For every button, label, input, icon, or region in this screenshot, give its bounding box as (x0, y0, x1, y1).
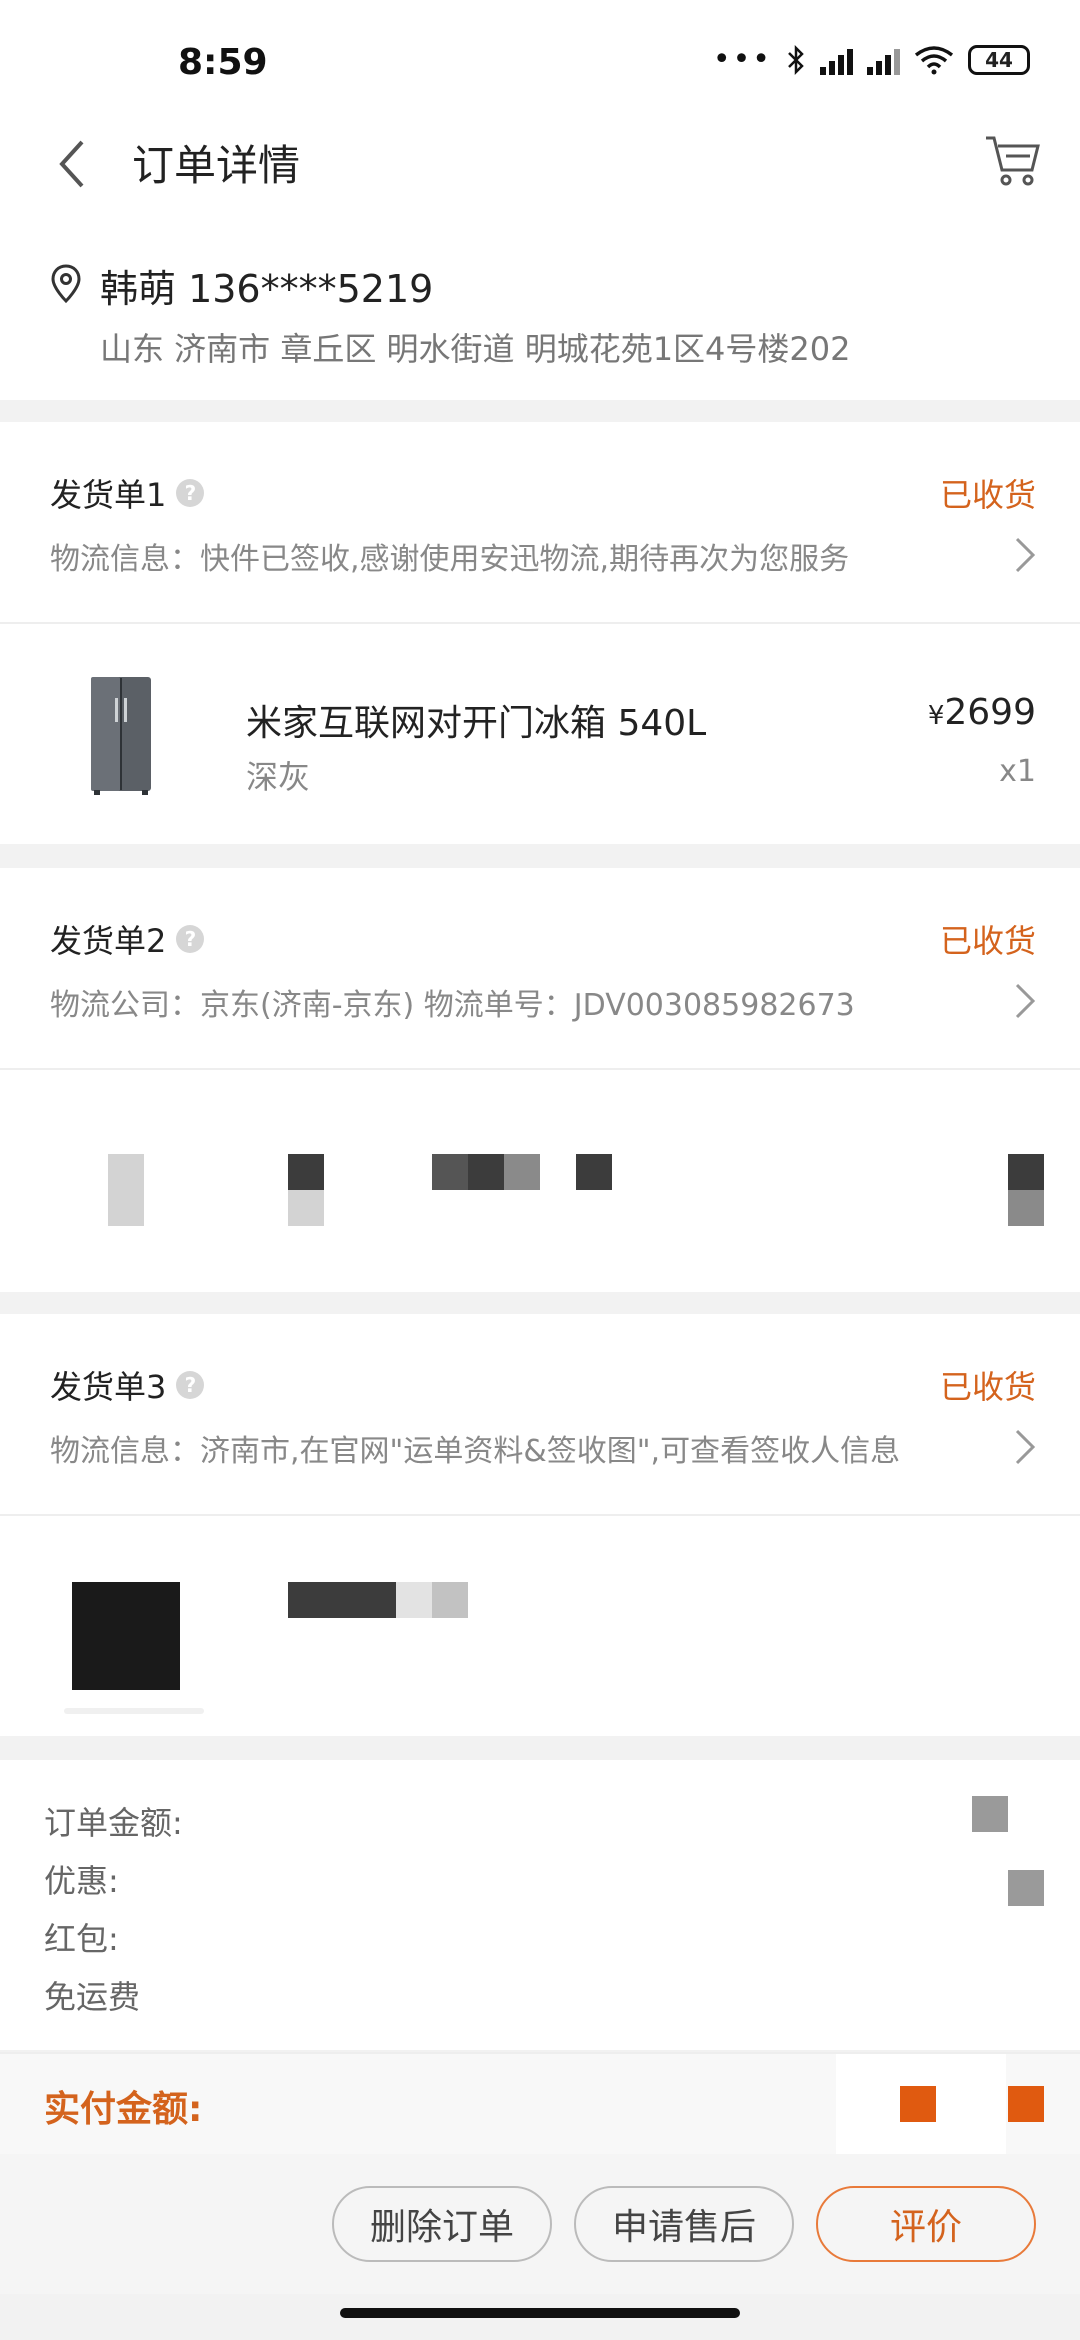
pixel-block (396, 1582, 432, 1618)
payment-bar: 实付金额: (0, 2052, 1080, 2156)
chevron-right-icon[interactable] (1014, 1428, 1036, 1466)
shipment-title-text: 发货单2 (50, 922, 167, 960)
pixelated-product-row[interactable] (0, 1516, 1080, 1736)
pixel-block (504, 1154, 540, 1190)
product-variant: 深灰 (246, 758, 311, 796)
order-amount-label: 订单金额: (44, 1804, 183, 1842)
help-icon[interactable]: ? (176, 479, 205, 507)
more-dots-icon: ••• (712, 42, 772, 77)
price-value: 2699 (944, 692, 1036, 733)
red-packet-label: 红包: (44, 1920, 119, 1958)
pixel-block (576, 1154, 612, 1190)
location-pin-icon (51, 264, 81, 304)
back-icon[interactable] (52, 132, 92, 196)
shipment-card-3: 发货单3 ? 已收货 物流信息：济南市,在官网"运单资料&签收图",可查看签收人… (0, 1314, 1080, 1736)
paid-amount-value-block (900, 2086, 936, 2122)
wifi-icon (914, 45, 954, 74)
shipment-header[interactable]: 发货单1 ? 已收货 物流信息：快件已签收,感谢使用安迅物流,期待再次为您服务 (0, 422, 1080, 624)
product-price: ¥2699 (928, 692, 1036, 733)
pixel-block (432, 1154, 468, 1190)
chevron-right-icon[interactable] (1014, 536, 1036, 574)
shipment-status: 已收货 (939, 1368, 1036, 1406)
logistics-info: 物流公司：京东(济南-京东) 物流单号：JDV003085982673 (50, 988, 855, 1023)
address-line: 山东 济南市 章丘区 明水街道 明城花苑1区4号楼202 (100, 330, 851, 368)
review-button[interactable]: 评价 (816, 2186, 1036, 2262)
logistics-info: 物流信息：快件已签收,感谢使用安迅物流,期待再次为您服务 (50, 542, 850, 577)
help-icon[interactable]: ? (176, 1371, 205, 1399)
logistics-info: 物流信息：济南市,在官网"运单资料&签收图",可查看签收人信息 (50, 1434, 901, 1469)
order-summary: 订单金额: 优惠: 红包: 免运费 (0, 1760, 1080, 2050)
shipment-title: 发货单3 ? (50, 1362, 205, 1408)
shipment-card-2: 发货单2 ? 已收货 物流公司：京东(济南-京东) 物流单号：JDV003085… (0, 868, 1080, 1292)
address-card[interactable]: 韩萌 136****5219 山东 济南市 章丘区 明水街道 明城花苑1区4号楼… (0, 220, 1080, 400)
delete-order-button[interactable]: 删除订单 (332, 2186, 552, 2262)
battery-icon: 44 (968, 44, 1030, 75)
discount-label: 优惠: (44, 1862, 119, 1900)
signal-1-icon (820, 45, 853, 75)
pixelated-product-row[interactable] (0, 1070, 1080, 1290)
pixel-block (288, 1190, 324, 1226)
shipment-status: 已收货 (939, 922, 1036, 960)
status-icons: ••• 44 (713, 42, 1030, 77)
fridge-image (91, 677, 151, 795)
home-indicator[interactable] (340, 2308, 740, 2318)
pixel-block (468, 1154, 504, 1190)
shipment-status: 已收货 (939, 476, 1036, 514)
pixel-block (72, 1582, 180, 1690)
product-row[interactable]: 米家互联网对开门冰箱 540L 深灰 ¥2699 x1 (0, 624, 1080, 844)
cart-icon[interactable] (982, 130, 1042, 190)
page-title: 订单详情 (132, 141, 301, 190)
signal-2-icon (867, 45, 900, 75)
product-name: 米家互联网对开门冰箱 540L (246, 703, 707, 744)
pixel-block (1008, 1154, 1044, 1190)
shipment-title: 发货单1 ? (50, 470, 205, 516)
shipment-header[interactable]: 发货单2 ? 已收货 物流公司：京东(济南-京东) 物流单号：JDV003085… (0, 868, 1080, 1070)
shipment-title-text: 发货单3 (50, 1368, 167, 1406)
order-amount-value-mask (972, 1796, 1008, 1832)
help-icon[interactable]: ? (176, 925, 205, 953)
pixel-block (288, 1154, 324, 1190)
action-bar: 删除订单 申请售后 评价 (0, 2154, 1080, 2294)
currency-symbol: ¥ (927, 701, 945, 731)
status-time: 8:59 (178, 42, 268, 83)
pixel-block (432, 1582, 468, 1618)
shipment-title-text: 发货单1 (50, 476, 167, 514)
pixel-block (108, 1154, 144, 1226)
screen: 8:59 ••• 44 订单详情 韩萌 136****5219 山东 济南市 章… (0, 0, 1080, 2340)
shipment-header[interactable]: 发货单3 ? 已收货 物流信息：济南市,在官网"运单资料&签收图",可查看签收人… (0, 1314, 1080, 1516)
paid-amount-value-block (1008, 2086, 1044, 2122)
pixel-block (64, 1708, 204, 1714)
nav-header: 订单详情 (0, 110, 1080, 220)
pixel-block (1008, 1190, 1044, 1226)
recipient-name-phone: 韩萌 136****5219 (100, 267, 434, 311)
shipment-card-1: 发货单1 ? 已收货 物流信息：快件已签收,感谢使用安迅物流,期待再次为您服务 … (0, 422, 1080, 844)
paid-amount-label: 实付金额: (44, 2089, 203, 2130)
product-quantity: x1 (999, 754, 1036, 789)
chevron-right-icon[interactable] (1014, 982, 1036, 1020)
pixel-block (288, 1582, 396, 1618)
bluetooth-icon (788, 44, 804, 75)
free-shipping-label: 免运费 (44, 1978, 141, 2016)
shipment-title: 发货单2 ? (50, 916, 205, 962)
discount-value-mask (1008, 1870, 1044, 1906)
after-sale-button[interactable]: 申请售后 (574, 2186, 794, 2262)
